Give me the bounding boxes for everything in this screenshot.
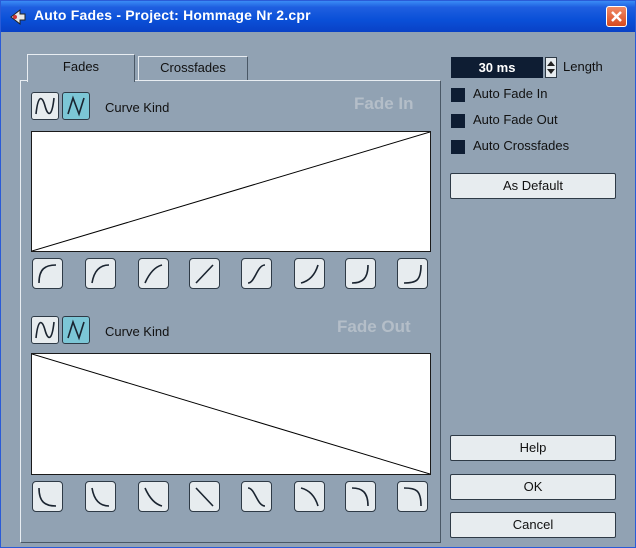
close-button[interactable]	[606, 6, 627, 27]
fade-curve-preset-icon	[144, 487, 163, 507]
linear-curve-button-fade-in[interactable]	[62, 92, 90, 120]
fade-in-preset-6[interactable]	[294, 258, 325, 289]
fade-in-preset-2[interactable]	[85, 258, 116, 289]
tab-crossfades[interactable]: Crossfades	[138, 56, 248, 80]
fade-out-preset-2[interactable]	[85, 481, 116, 512]
fade-curve-preset-icon	[403, 264, 422, 284]
curve-kind-label-fade-in: Curve Kind	[105, 100, 170, 115]
fade-out-preset-3[interactable]	[138, 481, 169, 512]
fade-curve-preset-icon	[300, 264, 319, 284]
fade-in-preset-4[interactable]	[189, 258, 220, 289]
auto-fades-dialog: Auto Fades - Project: Hommage Nr 2.cpr F…	[0, 0, 636, 548]
linear-curve-button-fade-out[interactable]	[62, 316, 90, 344]
ok-button[interactable]: OK	[450, 474, 616, 500]
fade-curve-preset-icon	[195, 264, 214, 284]
auto-fade-out-label: Auto Fade Out	[473, 112, 558, 127]
fade-out-preset-7[interactable]	[345, 481, 376, 512]
tab-fades[interactable]: Fades	[27, 54, 135, 82]
spline-curve-icon	[35, 97, 55, 115]
fade-in-preset-3[interactable]	[138, 258, 169, 289]
linear-curve-icon	[67, 319, 85, 341]
linear-curve-icon	[67, 95, 85, 117]
fade-out-preset-1[interactable]	[32, 481, 63, 512]
fade-curve-preset-icon	[38, 487, 57, 507]
close-icon	[611, 11, 622, 22]
length-value-field[interactable]: 30 ms	[451, 57, 543, 78]
auto-crossfades-checkbox[interactable]	[451, 140, 465, 154]
spline-curve-button-fade-in[interactable]	[31, 92, 59, 120]
cancel-button[interactable]: Cancel	[450, 512, 616, 538]
fade-out-curve	[31, 353, 431, 475]
cubase-icon	[10, 8, 26, 26]
auto-crossfades-label: Auto Crossfades	[473, 138, 570, 153]
fade-in-curve	[31, 131, 431, 252]
fade-curve-preset-icon	[403, 487, 422, 507]
fade-curve-preset-icon	[91, 264, 110, 284]
fade-curve-preset-icon	[300, 487, 319, 507]
length-label: Length	[563, 59, 603, 74]
fade-curve-preset-icon	[195, 487, 214, 507]
fade-in-preset-8[interactable]	[397, 258, 428, 289]
fade-curve-preset-icon	[144, 264, 163, 284]
fade-out-preset-8[interactable]	[397, 481, 428, 512]
curve-kind-label-fade-out: Curve Kind	[105, 324, 170, 339]
fade-in-title: Fade In	[354, 94, 414, 113]
fade-out-preset-5[interactable]	[241, 481, 272, 512]
fade-in-curve-display[interactable]	[31, 131, 431, 252]
fade-curve-preset-icon	[247, 264, 266, 284]
fade-curve-preset-icon	[247, 487, 266, 507]
fade-in-preset-5[interactable]	[241, 258, 272, 289]
help-button[interactable]: Help	[450, 435, 616, 461]
spline-curve-icon	[35, 321, 55, 339]
fade-out-preset-4[interactable]	[189, 481, 220, 512]
auto-fade-out-checkbox[interactable]	[451, 114, 465, 128]
as-default-button[interactable]: As Default	[450, 173, 616, 199]
auto-fade-in-checkbox[interactable]	[451, 88, 465, 102]
fade-out-title: Fade Out	[337, 317, 411, 336]
fade-in-preset-1[interactable]	[32, 258, 63, 289]
fade-curve-preset-icon	[351, 264, 369, 284]
length-spinner[interactable]	[545, 57, 557, 78]
fade-out-curve-display[interactable]	[31, 353, 431, 475]
fade-curve-preset-icon	[351, 487, 369, 507]
spin-arrows-icon	[547, 61, 555, 74]
auto-fade-in-label: Auto Fade In	[473, 86, 548, 101]
fade-out-preset-6[interactable]	[294, 481, 325, 512]
fade-curve-preset-icon	[91, 487, 110, 507]
fade-curve-preset-icon	[38, 264, 57, 284]
title-bar[interactable]: Auto Fades - Project: Hommage Nr 2.cpr	[1, 1, 635, 32]
spline-curve-button-fade-out[interactable]	[31, 316, 59, 344]
fade-in-preset-7[interactable]	[345, 258, 376, 289]
window-title: Auto Fades - Project: Hommage Nr 2.cpr	[34, 7, 311, 23]
